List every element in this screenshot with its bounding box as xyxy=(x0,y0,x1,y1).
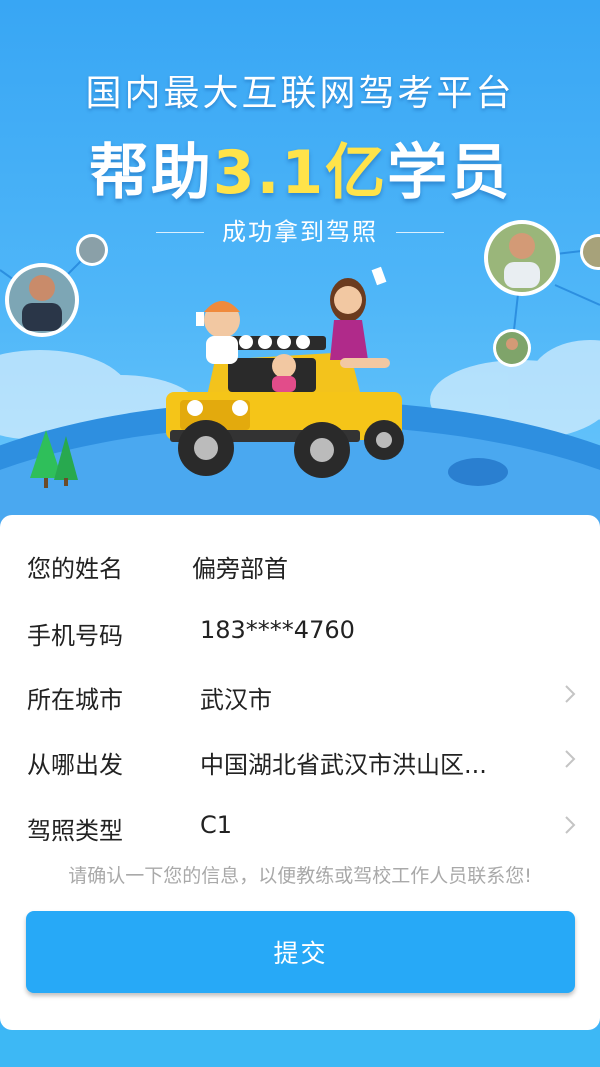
slogan-prefix: 帮助 xyxy=(88,138,213,208)
city-row[interactable]: 所在城市 武汉市 xyxy=(0,674,600,714)
subline: 成功拿到驾照 xyxy=(204,218,396,246)
city-label: 所在城市 xyxy=(27,686,123,714)
phone-value[interactable]: 183****4760 xyxy=(200,616,540,644)
city-value[interactable]: 武汉市 xyxy=(200,680,540,715)
submit-button[interactable]: 提交 xyxy=(26,911,575,993)
phone-row[interactable]: 手机号码 183****4760 xyxy=(0,610,600,650)
license-type-value[interactable]: C1 xyxy=(200,811,540,839)
hero-banner: 国内最大互联网驾考平台 帮助3.1亿学员 成功拿到驾照 xyxy=(0,0,600,540)
bottom-background xyxy=(0,1030,600,1067)
headline: 国内最大互联网驾考平台 xyxy=(85,73,515,114)
subline-wrap: 成功拿到驾照 xyxy=(0,212,600,247)
license-type-label: 驾照类型 xyxy=(27,817,123,845)
chevron-right-icon[interactable] xyxy=(564,815,576,835)
departure-value[interactable]: 中国湖北省武汉市洪山区... xyxy=(200,745,540,780)
phone-label: 手机号码 xyxy=(27,622,123,650)
slogan-suffix: 学员 xyxy=(387,138,512,208)
chevron-right-icon[interactable] xyxy=(564,684,576,704)
info-form-card: 您的姓名 偏旁部首 手机号码 183****4760 所在城市 武汉市 从哪出发… xyxy=(0,515,600,1030)
chevron-right-icon[interactable] xyxy=(564,749,576,769)
name-row[interactable]: 您的姓名 偏旁部首 xyxy=(0,543,600,583)
name-label: 您的姓名 xyxy=(27,555,123,583)
main-slogan: 帮助3.1亿学员 xyxy=(0,124,600,211)
name-value[interactable]: 偏旁部首 xyxy=(192,549,532,584)
confirm-note: 请确认一下您的信息，以便教练或驾校工作人员联系您! xyxy=(68,865,532,887)
departure-label: 从哪出发 xyxy=(27,751,123,779)
slogan-highlight: 3.1亿 xyxy=(212,138,388,208)
license-type-row[interactable]: 驾照类型 C1 xyxy=(0,805,600,845)
departure-row[interactable]: 从哪出发 中国湖北省武汉市洪山区... xyxy=(0,739,600,779)
